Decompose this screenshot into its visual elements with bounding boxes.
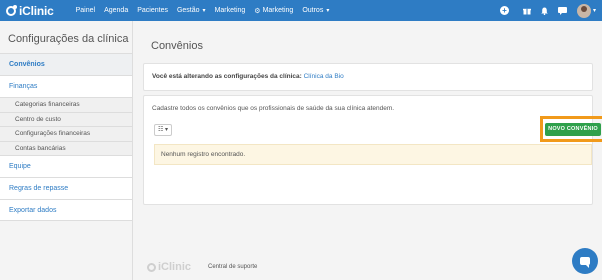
- support-link[interactable]: Central de suporte: [208, 264, 257, 270]
- main-content: Convênios Você está alterando as configu…: [133, 21, 602, 280]
- nav-label: Outros: [302, 7, 324, 14]
- top-navbar: iClinic Painel Agenda Pacientes Gestão ▾ …: [0, 0, 602, 21]
- nav-item-outros[interactable]: Outros ▾: [302, 7, 329, 14]
- sidebar-subitem-config-financeiras[interactable]: Configurações financeiras: [0, 126, 132, 141]
- brand-logo[interactable]: iClinic: [6, 4, 54, 18]
- nav-item-marketing-settings[interactable]: ⚙ Marketing: [254, 7, 293, 15]
- gift-icon[interactable]: [522, 7, 531, 15]
- logo-icon: [147, 262, 156, 272]
- chevron-down-icon: ▾: [326, 8, 330, 14]
- chat-icon: [580, 257, 590, 268]
- nav-item-gestao[interactable]: Gestão ▾: [177, 7, 206, 14]
- empty-state-alert: Nenhum registro encontrado.: [154, 144, 592, 165]
- sidebar-subitem-contas-bancarias[interactable]: Contas bancárias: [0, 140, 132, 155]
- footer-logo-text: iClinic: [158, 261, 192, 273]
- sidebar-item-financas[interactable]: Finanças: [0, 75, 132, 97]
- nav-item-pacientes[interactable]: Pacientes: [137, 7, 168, 14]
- nav-label: Gestão: [176, 7, 200, 14]
- convenios-panel: Cadastre todos os convênios que os profi…: [143, 95, 602, 205]
- header-actions: + ▾: [490, 0, 602, 21]
- nav-item-marketing[interactable]: Marketing: [215, 7, 246, 14]
- settings-sidebar: Configurações da clínica Convênios Finan…: [0, 21, 133, 280]
- nav-label: Marketing: [214, 7, 246, 14]
- chevron-down-icon[interactable]: ▾: [593, 7, 596, 14]
- bell-icon[interactable]: [541, 7, 548, 15]
- footer-logo: iClinic: [147, 261, 191, 273]
- sidebar-title: Configurações da clínica: [8, 33, 129, 45]
- add-icon[interactable]: +: [499, 6, 509, 15]
- nav-label: Pacientes: [137, 7, 168, 14]
- logo-icon: [6, 4, 17, 16]
- sidebar-item-exportar-dados[interactable]: Exportar dados: [0, 199, 132, 221]
- chat-bubble-button[interactable]: [572, 248, 598, 274]
- nav-item-painel[interactable]: Painel: [76, 7, 95, 14]
- sidebar-item-convenios[interactable]: Convênios: [0, 53, 132, 75]
- sidebar-item-regras-repasse[interactable]: Regras de repasse: [0, 177, 132, 199]
- sidebar-subitem-centro-custo[interactable]: Centro de custo: [0, 111, 132, 126]
- chat-icon[interactable]: [557, 6, 567, 15]
- nav-label: Agenda: [104, 7, 129, 14]
- page-title: Convênios: [151, 40, 203, 52]
- sidebar-item-equipe[interactable]: Equipe: [0, 155, 132, 177]
- filter-dropdown-button[interactable]: ☷ ▾: [154, 124, 172, 136]
- main-nav: Painel Agenda Pacientes Gestão ▾ Marketin…: [76, 0, 339, 21]
- clinic-name-link[interactable]: Clínica da Bio: [304, 73, 344, 80]
- nav-label: Painel: [75, 7, 96, 14]
- nav-label: Marketing: [262, 7, 294, 14]
- chevron-down-icon: ▾: [202, 8, 206, 14]
- gear-icon: ⚙: [254, 7, 261, 15]
- new-convenio-button[interactable]: NOVO CONVÊNIO: [545, 123, 601, 136]
- altering-text: Você está alterando as configurações da …: [152, 73, 302, 80]
- nav-item-agenda[interactable]: Agenda: [104, 7, 128, 14]
- sidebar-subitem-categorias[interactable]: Categorias financeiras: [0, 97, 132, 112]
- panel-description: Cadastre todos os convênios que os profi…: [152, 105, 395, 112]
- brand-name: iClinic: [19, 3, 54, 18]
- avatar[interactable]: [576, 3, 591, 18]
- clinic-context-panel: Você está alterando as configurações da …: [143, 63, 593, 91]
